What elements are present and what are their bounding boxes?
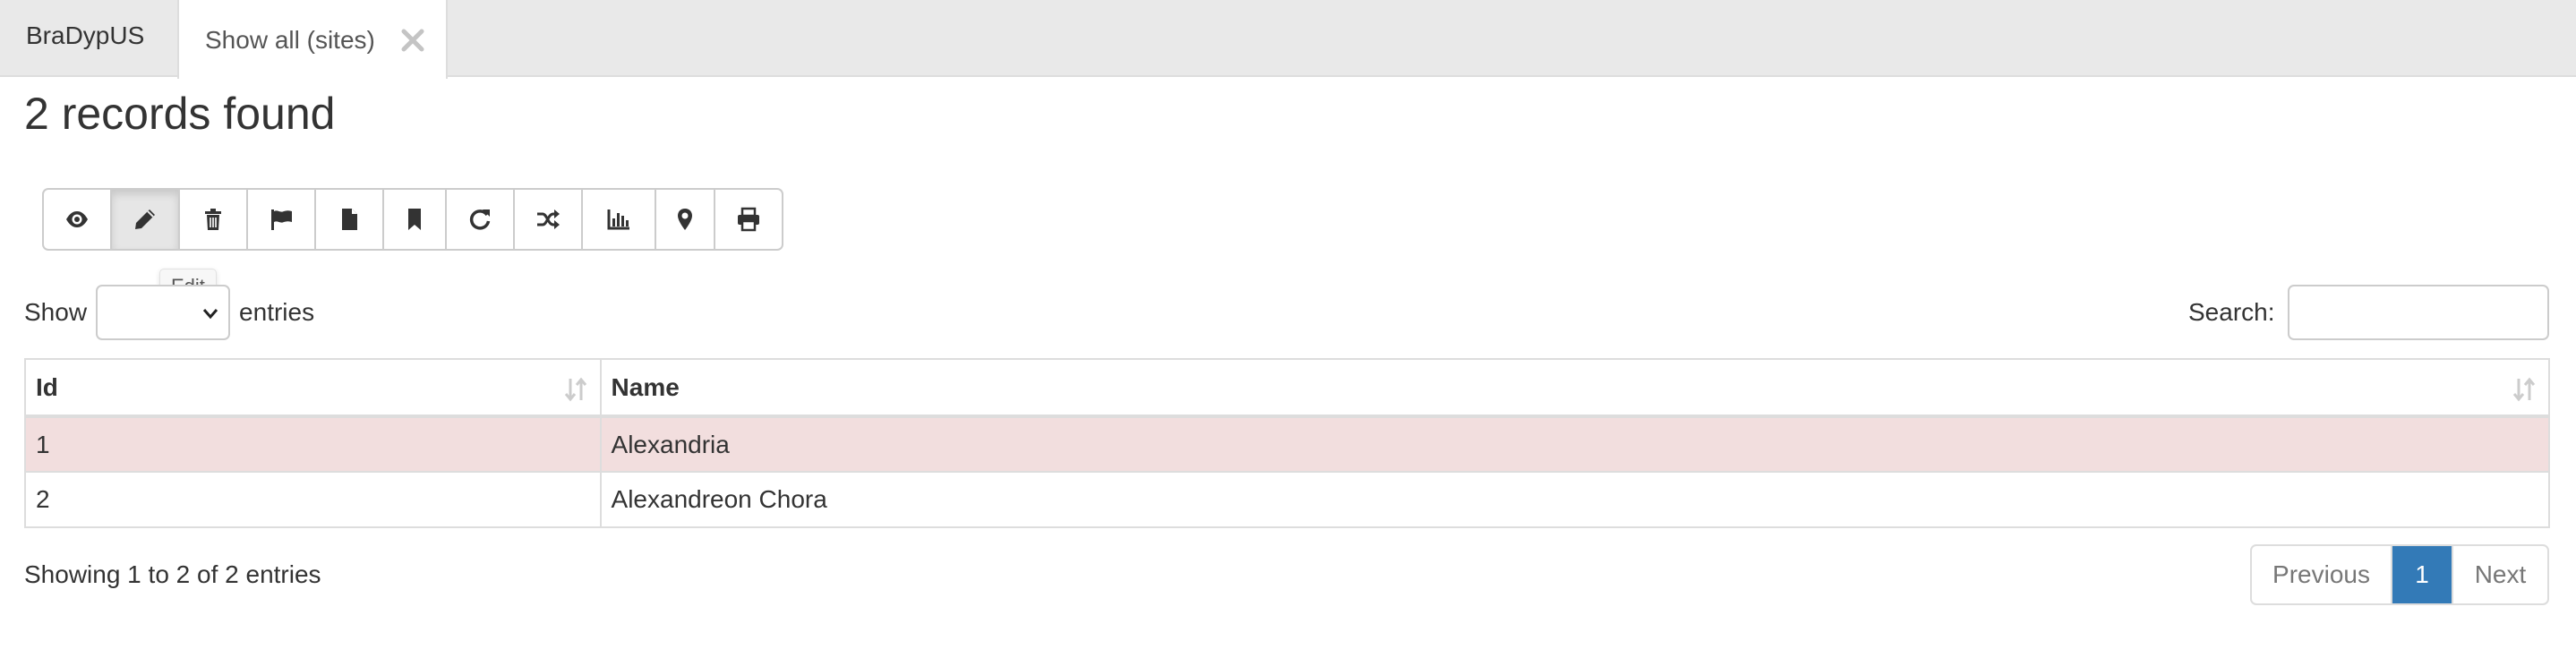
- close-icon[interactable]: [398, 23, 428, 56]
- flag-button[interactable]: [248, 190, 316, 249]
- edit-button[interactable]: [112, 190, 180, 249]
- table-header-row: Id Name: [24, 358, 2551, 418]
- search-label: Search:: [2188, 298, 2275, 326]
- entries-label: entries: [239, 298, 315, 326]
- sort-icon: [2512, 377, 2536, 402]
- column-header-id-label: Id: [36, 372, 58, 401]
- print-icon: [738, 207, 759, 232]
- random-icon: [537, 209, 560, 229]
- column-header-name[interactable]: Name: [599, 358, 2551, 418]
- table-info: Showing 1 to 2 of 2 entries: [24, 560, 321, 588]
- stats-button[interactable]: [583, 190, 656, 249]
- cell-name: Alexandria: [599, 415, 2551, 473]
- page-title: 2 records found: [24, 89, 336, 139]
- print-button[interactable]: [715, 190, 782, 249]
- chevron-down-icon: [202, 309, 218, 320]
- tab-brand-label: BraDypUS: [26, 21, 145, 49]
- column-header-name-label: Name: [611, 372, 680, 401]
- bookmark-icon: [408, 209, 421, 230]
- show-label: Show: [24, 298, 88, 326]
- map-marker-icon: [678, 209, 692, 230]
- cell-id: 1: [24, 415, 602, 473]
- bookmark-button[interactable]: [384, 190, 447, 249]
- refresh-icon: [469, 209, 491, 230]
- delete-button[interactable]: [180, 190, 248, 249]
- search-control: Search:: [2188, 285, 2549, 340]
- records-table: Id Name 1 Alexandria 2 Alexandreon Chora: [24, 358, 2551, 528]
- next-page-button[interactable]: Next: [2452, 546, 2547, 603]
- cell-id: 2: [24, 471, 602, 528]
- entries-select[interactable]: [96, 285, 231, 340]
- tab-bradypus[interactable]: BraDypUS: [0, 0, 170, 75]
- page-1-button[interactable]: 1: [2392, 546, 2452, 603]
- column-header-id[interactable]: Id: [24, 358, 602, 418]
- file-icon: [342, 209, 357, 230]
- table-row[interactable]: 1 Alexandria: [24, 415, 2551, 473]
- tab-label: Show all (sites): [205, 26, 375, 54]
- trash-icon: [205, 209, 221, 230]
- refresh-button[interactable]: [447, 190, 515, 249]
- record-toolbar: [42, 188, 783, 251]
- bar-chart-icon: [607, 209, 629, 230]
- eye-icon: [66, 211, 88, 227]
- search-input[interactable]: [2287, 285, 2549, 340]
- cell-name: Alexandreon Chora: [599, 471, 2551, 528]
- previous-page-button[interactable]: Previous: [2252, 546, 2392, 603]
- tab-bar: BraDypUS Show all (sites): [0, 0, 2576, 79]
- sort-icon: [564, 377, 586, 402]
- file-button[interactable]: [316, 190, 384, 249]
- pencil-icon: [135, 209, 155, 229]
- pagination: Previous 1 Next: [2250, 544, 2549, 605]
- tab-show-all-sites[interactable]: Show all (sites): [177, 0, 448, 79]
- flag-icon: [271, 209, 292, 230]
- map-button[interactable]: [656, 190, 715, 249]
- random-button[interactable]: [515, 190, 583, 249]
- table-row[interactable]: 2 Alexandreon Chora: [24, 471, 2551, 528]
- view-button[interactable]: [44, 190, 112, 249]
- length-control: Show entries: [24, 285, 314, 340]
